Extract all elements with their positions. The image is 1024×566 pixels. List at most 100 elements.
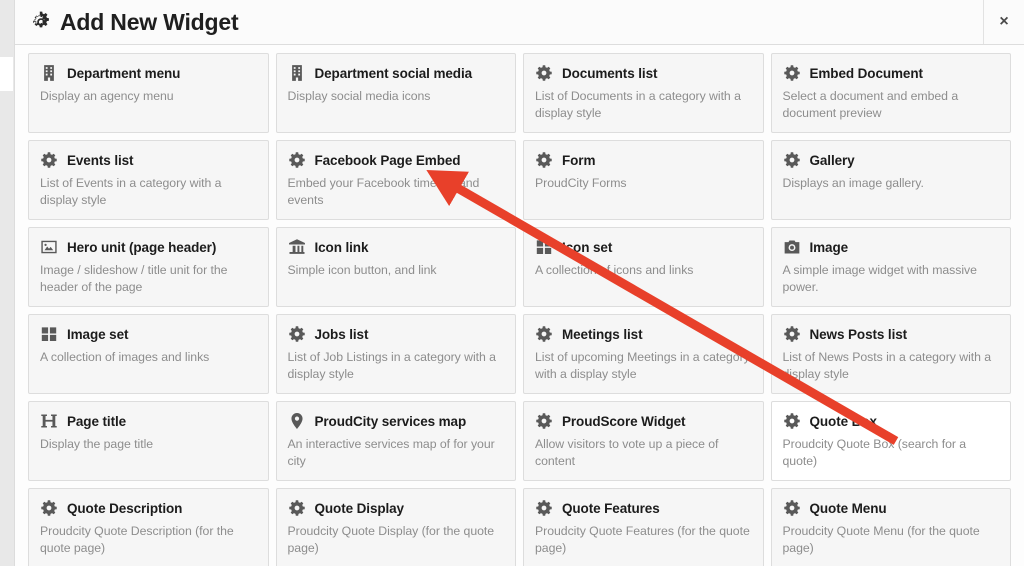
- widget-card-head: ProudCity services map: [288, 412, 505, 430]
- widget-card[interactable]: Department social media Display social me…: [275, 53, 516, 133]
- widget-card-head: Documents list: [535, 64, 752, 82]
- widget-card[interactable]: Embed Document Select a document and embe…: [770, 53, 1011, 133]
- widget-card[interactable]: Meetings list List of upcoming Meetings i…: [523, 314, 764, 394]
- gear-icon: [288, 325, 306, 343]
- widget-card-description: Image / slideshow / title unit for the h…: [40, 263, 228, 295]
- widget-card-description: Displays an image gallery.: [782, 176, 924, 190]
- widget-card-description: Display the page title: [40, 437, 154, 451]
- widget-card-title: ProudScore Widget: [562, 413, 686, 429]
- widget-card-description: Proudcity Quote Box (search for a quote): [782, 437, 967, 469]
- gear-icon: [783, 325, 801, 343]
- widget-card-title: Quote Menu: [809, 500, 887, 516]
- widget-card-title: News Posts list: [809, 326, 908, 342]
- gear-icon: [783, 64, 801, 82]
- widget-card[interactable]: Page title Display the page title: [28, 401, 269, 481]
- gear-icon: [535, 325, 553, 343]
- gear-icon: [535, 64, 553, 82]
- widget-card[interactable]: Hero unit (page header) Image / slideshow…: [28, 227, 269, 307]
- widget-card-title: Embed Document: [809, 65, 923, 81]
- gear-icon: [288, 151, 306, 169]
- widget-card[interactable]: Department menu Display an agency menu: [28, 53, 269, 133]
- widget-card-head: Icon link: [288, 238, 505, 256]
- widget-card-head: Events list: [40, 151, 257, 169]
- widget-card-description: Proudcity Quote Display (for the quote p…: [287, 524, 495, 556]
- widget-card[interactable]: News Posts list List of News Posts in a c…: [770, 314, 1011, 394]
- widget-card-title: Icon set: [562, 239, 613, 255]
- widget-card-head: ProudScore Widget: [535, 412, 752, 430]
- widget-card[interactable]: Events list List of Events in a category …: [28, 140, 269, 220]
- page-title: Add New Widget: [15, 8, 239, 35]
- widget-card[interactable]: ProudCity services map An interactive ser…: [275, 401, 516, 481]
- widget-card-head: Department menu: [40, 64, 257, 82]
- grid-icon: [40, 325, 58, 343]
- close-button[interactable]: ×: [983, 0, 1024, 44]
- widget-card-description: List of Documents in a category with a d…: [535, 89, 741, 121]
- widget-card[interactable]: ProudScore Widget Allow visitors to vote …: [523, 401, 764, 481]
- widget-card-description: Proudcity Quote Description (for the quo…: [40, 524, 234, 556]
- widget-card-title: Department menu: [67, 65, 181, 81]
- gear-icon: [535, 499, 553, 517]
- widget-card-head: Page title: [40, 412, 257, 430]
- widget-card-title: Facebook Page Embed: [314, 152, 461, 168]
- widget-card-description: Allow visitors to vote up a piece of con…: [535, 437, 719, 469]
- widget-card-head: Department social media: [288, 64, 505, 82]
- screenshot-root: Add New Widget × Department menu Display …: [0, 0, 1024, 566]
- widget-card[interactable]: Documents list List of Documents in a cat…: [523, 53, 764, 133]
- widget-card-head: Meetings list: [535, 325, 752, 343]
- widget-card-title: Quote Box: [809, 413, 877, 429]
- widget-card-title: Department social media: [314, 65, 473, 81]
- widget-card-title: Image: [809, 239, 849, 255]
- widget-card-title: Gallery: [809, 152, 855, 168]
- widget-card[interactable]: Form ProudCity Forms: [523, 140, 764, 220]
- picture-icon: [40, 238, 58, 256]
- widget-card-title: Icon link: [314, 239, 369, 255]
- widget-card-title: Meetings list: [562, 326, 643, 342]
- map-pin-icon: [288, 412, 306, 430]
- widget-grid: Department menu Display an agency menu Dep…: [15, 46, 1024, 566]
- widget-card-head: News Posts list: [783, 325, 1000, 343]
- widget-card[interactable]: Quote Description Proudcity Quote Descrip…: [28, 488, 269, 566]
- widget-card[interactable]: Icon set A collection of icons and links: [523, 227, 764, 307]
- widget-card[interactable]: Jobs list List of Job Listings in a categ…: [275, 314, 516, 394]
- widget-card-description: List of Job Listings in a category with …: [287, 350, 497, 382]
- widget-card-description: A simple image widget with massive power…: [782, 263, 978, 295]
- widget-card[interactable]: Gallery Displays an image gallery.: [770, 140, 1011, 220]
- widget-card-title: ProudCity services map: [314, 413, 467, 429]
- widget-card-description: List of upcoming Meetings in a category …: [535, 350, 750, 382]
- widget-card[interactable]: Facebook Page Embed Embed your Facebook t…: [275, 140, 516, 220]
- building-icon: [288, 64, 306, 82]
- widget-card-head: Embed Document: [783, 64, 1000, 82]
- widget-card[interactable]: Quote Features Proudcity Quote Features (…: [523, 488, 764, 566]
- widget-card-description: An interactive services map of for your …: [287, 437, 495, 469]
- close-icon: ×: [999, 13, 1009, 30]
- widget-card-description: A collection of icons and links: [535, 263, 694, 277]
- widget-card-title: Events list: [67, 152, 134, 168]
- widget-card[interactable]: Image set A collection of images and link…: [28, 314, 269, 394]
- widget-card-head: Quote Features: [535, 499, 752, 517]
- widget-card[interactable]: Icon link Simple icon button, and link: [275, 227, 516, 307]
- widget-card-description: A collection of images and links: [40, 350, 210, 364]
- widget-card-title: Documents list: [562, 65, 658, 81]
- widget-card-title: Jobs list: [314, 326, 369, 342]
- page-gutter: [0, 0, 14, 566]
- gear-icon: [29, 10, 53, 34]
- gear-icon: [535, 412, 553, 430]
- widget-card-head: Form: [535, 151, 752, 169]
- widget-card[interactable]: Quote Menu Proudcity Quote Menu (for the …: [770, 488, 1011, 566]
- page-gutter-notch: [0, 57, 13, 91]
- gear-icon: [288, 499, 306, 517]
- modal-title-text: Add New Widget: [60, 8, 239, 35]
- widget-card[interactable]: Image A simple image widget with massive …: [770, 227, 1011, 307]
- heading-icon: [40, 412, 58, 430]
- widget-card[interactable]: Quote Display Proudcity Quote Display (fo…: [275, 488, 516, 566]
- widget-card-title: Form: [562, 152, 596, 168]
- widget-card-title: Hero unit (page header): [67, 239, 217, 255]
- widget-card-description: Select a document and embed a document p…: [782, 89, 959, 121]
- gear-icon: [40, 151, 58, 169]
- widget-card[interactable]: Quote Box Proudcity Quote Box (search for…: [770, 401, 1011, 481]
- widget-card-description: Proudcity Quote Menu (for the quote page…: [782, 524, 980, 556]
- widget-card-title: Image set: [67, 326, 129, 342]
- add-widget-modal: Add New Widget × Department menu Display …: [14, 0, 1024, 566]
- widget-card-head: Quote Display: [288, 499, 505, 517]
- widget-card-description: Display an agency menu: [40, 89, 174, 103]
